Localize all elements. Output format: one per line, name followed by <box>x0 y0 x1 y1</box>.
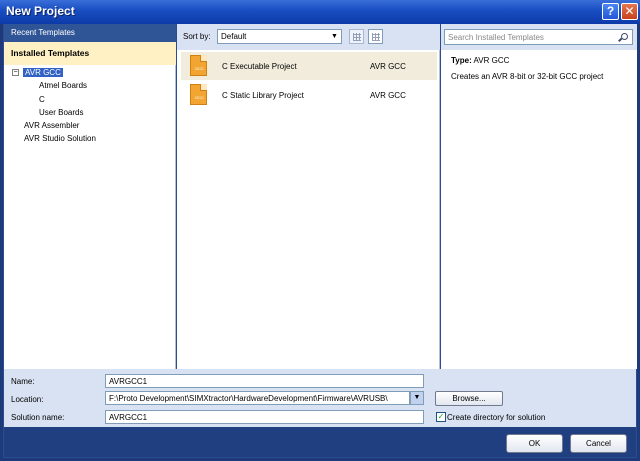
location-field[interactable]: F:\Proto Development\SIMXtractor\Hardwar… <box>105 391 410 405</box>
sort-toolbar: Sort by: Default ▼ <box>177 24 440 50</box>
search-icon[interactable] <box>621 33 628 40</box>
list-view-icon <box>372 33 380 41</box>
template-name: C Static Library Project <box>222 91 304 100</box>
collapse-icon[interactable]: − <box>12 69 19 76</box>
type-label: Type: <box>451 56 472 65</box>
ok-button[interactable]: OK <box>506 434 563 453</box>
chevron-down-icon: ▼ <box>331 33 338 40</box>
browse-button[interactable]: Browse... <box>435 391 503 406</box>
sort-label: Sort by: <box>183 32 211 41</box>
installed-templates-tab[interactable]: Installed Templates <box>4 42 176 65</box>
template-name: C Executable Project <box>222 62 297 71</box>
chevron-down-icon[interactable]: ▼ <box>410 391 424 405</box>
gcc-project-icon: GCC <box>190 55 207 76</box>
tree-item-avr-assembler[interactable]: AVR Assembler <box>24 121 79 130</box>
solution-name-label: Solution name: <box>11 413 65 422</box>
medium-icons-view-button[interactable] <box>349 29 364 44</box>
name-field[interactable]: AVRGCC1 <box>105 374 424 388</box>
solution-name-field[interactable]: AVRGCC1 <box>105 410 424 424</box>
tree-item-atmel-boards[interactable]: Atmel Boards <box>39 81 87 90</box>
window-title: New Project <box>6 4 75 18</box>
search-input[interactable]: Search Installed Templates <box>444 29 633 45</box>
template-type: AVR GCC <box>370 91 406 100</box>
type-line: Type: AVR GCC <box>451 56 509 65</box>
template-description: Creates an AVR 8-bit or 32-bit GCC proje… <box>451 72 604 81</box>
sort-dropdown[interactable]: Default ▼ <box>217 29 342 44</box>
template-details-panel: Type: AVR GCC Creates an AVR 8-bit or 32… <box>441 50 637 369</box>
tree-item-avr-studio-solution[interactable]: AVR Studio Solution <box>24 134 96 143</box>
tree-item-user-boards[interactable]: User Boards <box>39 108 83 117</box>
gcc-project-icon: GCC <box>190 84 207 105</box>
dialog-footer: OK Cancel <box>4 427 636 457</box>
name-label: Name: <box>11 377 35 386</box>
type-value: AVR GCC <box>473 56 510 65</box>
create-directory-checkbox[interactable]: ✓ <box>436 412 446 422</box>
location-label: Location: <box>11 395 44 404</box>
title-bar: New Project ? ✕ <box>0 0 640 24</box>
template-categories-panel: Recent Templates Installed Templates − A… <box>4 24 176 369</box>
template-c-executable-project[interactable]: GCC C Executable Project AVR GCC <box>181 52 437 80</box>
grid-view-icon <box>353 33 361 41</box>
help-icon[interactable]: ? <box>602 3 619 20</box>
search-placeholder: Search Installed Templates <box>448 33 544 42</box>
tree-item-c[interactable]: C <box>39 95 45 104</box>
project-form: Name: AVRGCC1 Location: F:\Proto Develop… <box>4 369 636 427</box>
sort-value: Default <box>221 32 247 41</box>
template-type: AVR GCC <box>370 62 406 71</box>
template-c-static-library-project[interactable]: GCC C Static Library Project AVR GCC <box>181 81 437 109</box>
tree-item-label: AVR GCC <box>23 68 63 77</box>
cancel-button[interactable]: Cancel <box>570 434 627 453</box>
list-view-button[interactable] <box>368 29 383 44</box>
recent-templates-tab[interactable]: Recent Templates <box>4 24 176 42</box>
create-directory-label: Create directory for solution <box>447 413 546 422</box>
close-icon[interactable]: ✕ <box>621 3 638 20</box>
tree-item-avr-gcc[interactable]: AVR GCC <box>23 68 63 77</box>
template-list: GCC C Executable Project AVR GCC GCC C S… <box>177 50 440 369</box>
search-bar: Search Installed Templates <box>441 24 637 50</box>
